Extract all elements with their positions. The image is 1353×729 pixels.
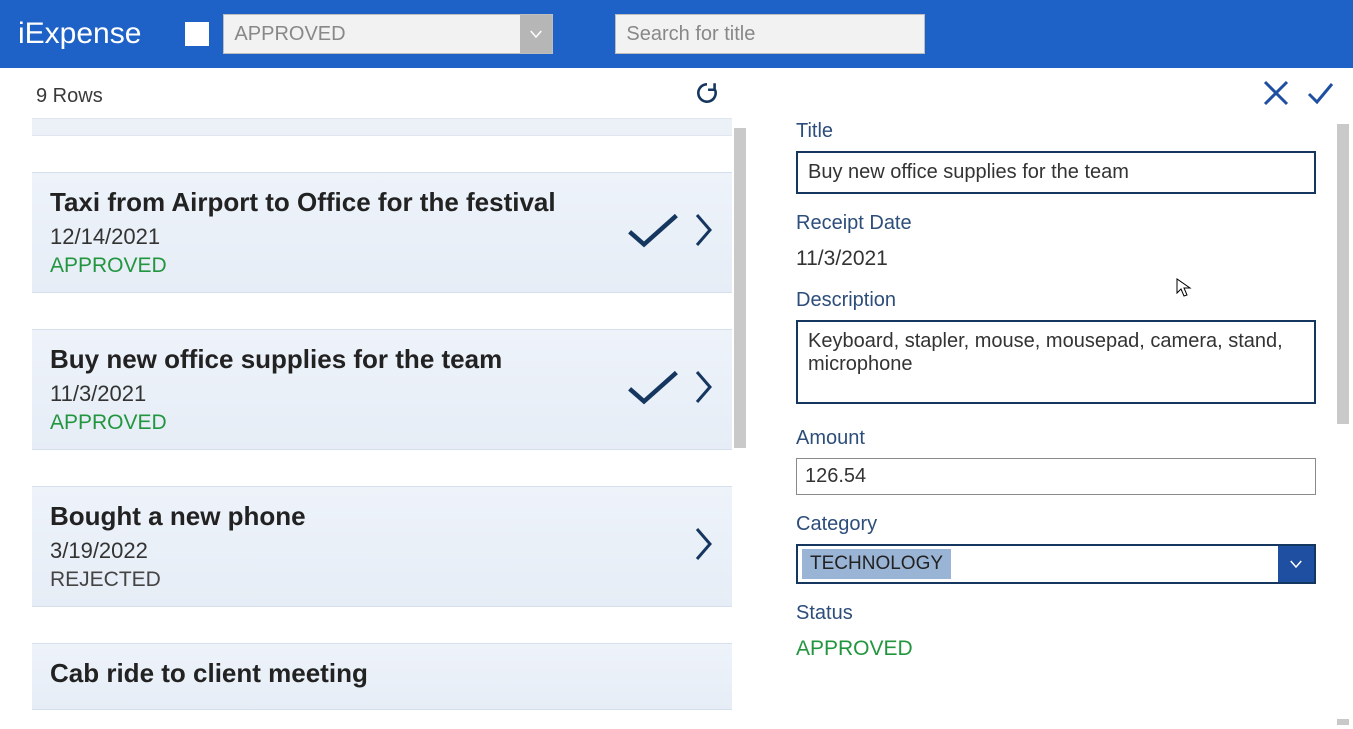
scrollbar-thumb[interactable] xyxy=(734,128,746,448)
expense-card[interactable]: Cab ride to client meeting xyxy=(32,643,732,710)
expense-card[interactable]: Bought a new phone 3/19/2022 REJECTED xyxy=(32,486,732,607)
amount-input[interactable] xyxy=(796,458,1316,495)
expense-status: REJECTED xyxy=(50,568,694,592)
check-icon xyxy=(626,210,680,255)
detail-panel: Title Receipt Date 11/3/2021 Description… xyxy=(750,68,1353,729)
status-label: Status xyxy=(796,602,1316,625)
description-label: Description xyxy=(796,289,1316,312)
mouse-cursor-icon xyxy=(1176,278,1192,298)
category-label: Category xyxy=(796,513,1316,536)
receipt-date-label: Receipt Date xyxy=(796,212,1316,235)
refresh-icon[interactable] xyxy=(694,80,720,112)
detail-scrollbar[interactable] xyxy=(1337,124,1349,725)
scrollbar-thumb[interactable] xyxy=(1337,124,1349,424)
expense-title: Buy new office supplies for the team xyxy=(50,344,626,375)
expense-title: Taxi from Airport to Office for the fest… xyxy=(50,187,626,218)
chevron-right-icon[interactable] xyxy=(694,369,714,410)
list-scrollbar[interactable] xyxy=(734,128,746,729)
chevron-down-icon xyxy=(1278,546,1314,582)
amount-label: Amount xyxy=(796,427,1316,450)
list-strip xyxy=(32,118,732,136)
close-icon[interactable] xyxy=(1261,78,1291,113)
title-input[interactable] xyxy=(796,151,1316,194)
search-input[interactable]: Search for title xyxy=(615,14,925,54)
expense-list-panel: 9 Rows Taxi from Airport to Office for t… xyxy=(0,68,750,729)
status-value: APPROVED xyxy=(796,633,1316,661)
expense-status: APPROVED xyxy=(50,411,626,435)
chevron-right-icon[interactable] xyxy=(694,212,714,253)
top-bar: iExpense APPROVED Search for title xyxy=(0,0,1353,68)
expense-date: 3/19/2022 xyxy=(50,538,694,564)
expense-date: 12/14/2021 xyxy=(50,224,626,250)
expense-title: Cab ride to client meeting xyxy=(50,658,714,689)
category-value: TECHNOLOGY xyxy=(802,549,951,579)
app-title: iExpense xyxy=(18,17,141,51)
receipt-date-value: 11/3/2021 xyxy=(796,243,1316,271)
expense-title: Bought a new phone xyxy=(50,501,694,532)
search-placeholder: Search for title xyxy=(626,23,755,46)
category-select[interactable]: TECHNOLOGY xyxy=(796,544,1316,584)
confirm-check-icon[interactable] xyxy=(1305,78,1335,113)
chevron-down-icon xyxy=(520,15,552,53)
scrollbar-thumb-bottom[interactable] xyxy=(1337,719,1349,725)
check-icon xyxy=(626,367,680,412)
status-filter-value: APPROVED xyxy=(234,23,345,46)
status-filter-select[interactable]: APPROVED xyxy=(223,14,553,54)
expense-card[interactable]: Taxi from Airport to Office for the fest… xyxy=(32,172,732,293)
filter-checkbox[interactable] xyxy=(185,22,209,46)
expense-card[interactable]: Buy new office supplies for the team 11/… xyxy=(32,329,732,450)
expense-status: APPROVED xyxy=(50,254,626,278)
description-input[interactable] xyxy=(796,320,1316,404)
title-label: Title xyxy=(796,120,1316,143)
row-count: 9 Rows xyxy=(36,85,103,108)
chevron-right-icon[interactable] xyxy=(694,526,714,567)
expense-date: 11/3/2021 xyxy=(50,381,626,407)
